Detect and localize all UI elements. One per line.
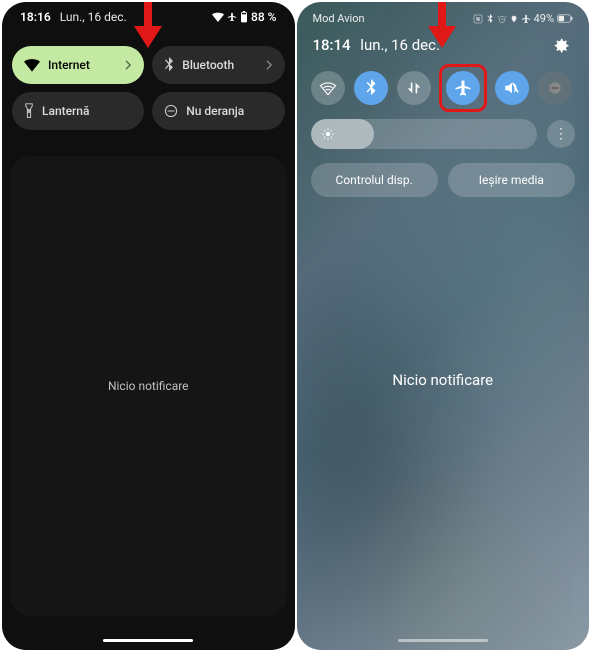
tile-bluetooth[interactable]: Bluetooth	[152, 46, 284, 84]
phone-right-xiaomi: Mod Avion N 49% 18:14 lun., 16 dec.	[297, 2, 590, 650]
wifi-icon	[24, 58, 40, 72]
nav-handle[interactable]	[103, 639, 193, 642]
nfc-icon: N	[473, 14, 483, 24]
qs-data[interactable]	[397, 71, 431, 105]
qs-round-row	[297, 67, 590, 115]
airplane-icon	[454, 79, 472, 97]
qs-mute[interactable]	[495, 71, 529, 105]
bluetooth-icon	[486, 14, 494, 24]
nav-handle[interactable]	[398, 639, 488, 642]
mute-icon	[503, 80, 521, 96]
brightness-row: ⋮	[297, 115, 590, 159]
bluetooth-icon	[164, 57, 174, 73]
qs-more[interactable]	[538, 71, 572, 105]
airplane-icon	[227, 12, 237, 22]
pill-label: Controlul disp.	[336, 173, 413, 187]
notification-panel[interactable]: Nicio notificare	[10, 156, 287, 616]
annotation-arrow-icon	[134, 2, 162, 48]
battery-text: 88 %	[251, 10, 276, 24]
clock-time: 18:14	[313, 36, 351, 54]
minus-circle-icon	[548, 81, 562, 95]
phone-left-android: 18:16 Lun., 16 dec. 88 % Internet Blueto…	[2, 2, 295, 650]
tile-internet[interactable]: Internet	[12, 46, 144, 84]
device-control-button[interactable]: Controlul disp.	[311, 163, 438, 197]
no-notification-text: Nicio notificare	[108, 379, 189, 393]
brightness-more-button[interactable]: ⋮	[547, 120, 575, 148]
airplane-icon	[521, 14, 531, 24]
airplane-mode-label: Mod Avion	[313, 12, 365, 25]
tile-label: Lanternă	[42, 104, 89, 118]
more-dots-icon: ⋮	[554, 126, 568, 142]
no-notification-text: Nicio notificare	[297, 371, 590, 389]
tile-flashlight[interactable]: Lanternă	[12, 92, 144, 130]
wifi-icon	[319, 81, 337, 95]
tile-dnd[interactable]: Nu deranja	[152, 92, 284, 130]
chevron-right-icon	[125, 60, 132, 70]
flashlight-icon	[24, 103, 34, 119]
qs-airplane[interactable]	[446, 71, 480, 105]
status-time: 18:16	[20, 10, 51, 24]
settings-button[interactable]	[549, 33, 573, 57]
chevron-right-icon	[266, 60, 273, 70]
qs-bluetooth[interactable]	[354, 71, 388, 105]
status-date: Lun., 16 dec.	[60, 10, 127, 24]
media-output-button[interactable]: Ieșire media	[448, 163, 575, 197]
sun-icon	[321, 127, 335, 141]
pill-label: Ieșire media	[479, 173, 544, 187]
dnd-icon	[164, 104, 178, 118]
tile-label: Nu deranja	[186, 104, 244, 118]
bluetooth-icon	[365, 79, 377, 97]
alarm-icon	[497, 14, 507, 24]
location-icon	[510, 14, 518, 24]
battery-icon	[240, 11, 248, 23]
qs-wifi[interactable]	[311, 71, 345, 105]
svg-text:N: N	[476, 17, 480, 23]
brightness-slider[interactable]	[311, 119, 538, 149]
battery-icon	[557, 14, 573, 23]
data-arrows-icon	[406, 80, 422, 96]
tile-label: Internet	[48, 58, 90, 72]
airplane-highlight	[439, 64, 487, 112]
battery-text: 49%	[534, 12, 554, 25]
annotation-arrow-icon	[428, 2, 456, 48]
wifi-icon	[212, 12, 224, 22]
control-pills: Controlul disp. Ieșire media	[297, 159, 590, 201]
tile-label: Bluetooth	[182, 58, 234, 72]
gear-icon	[552, 36, 570, 54]
